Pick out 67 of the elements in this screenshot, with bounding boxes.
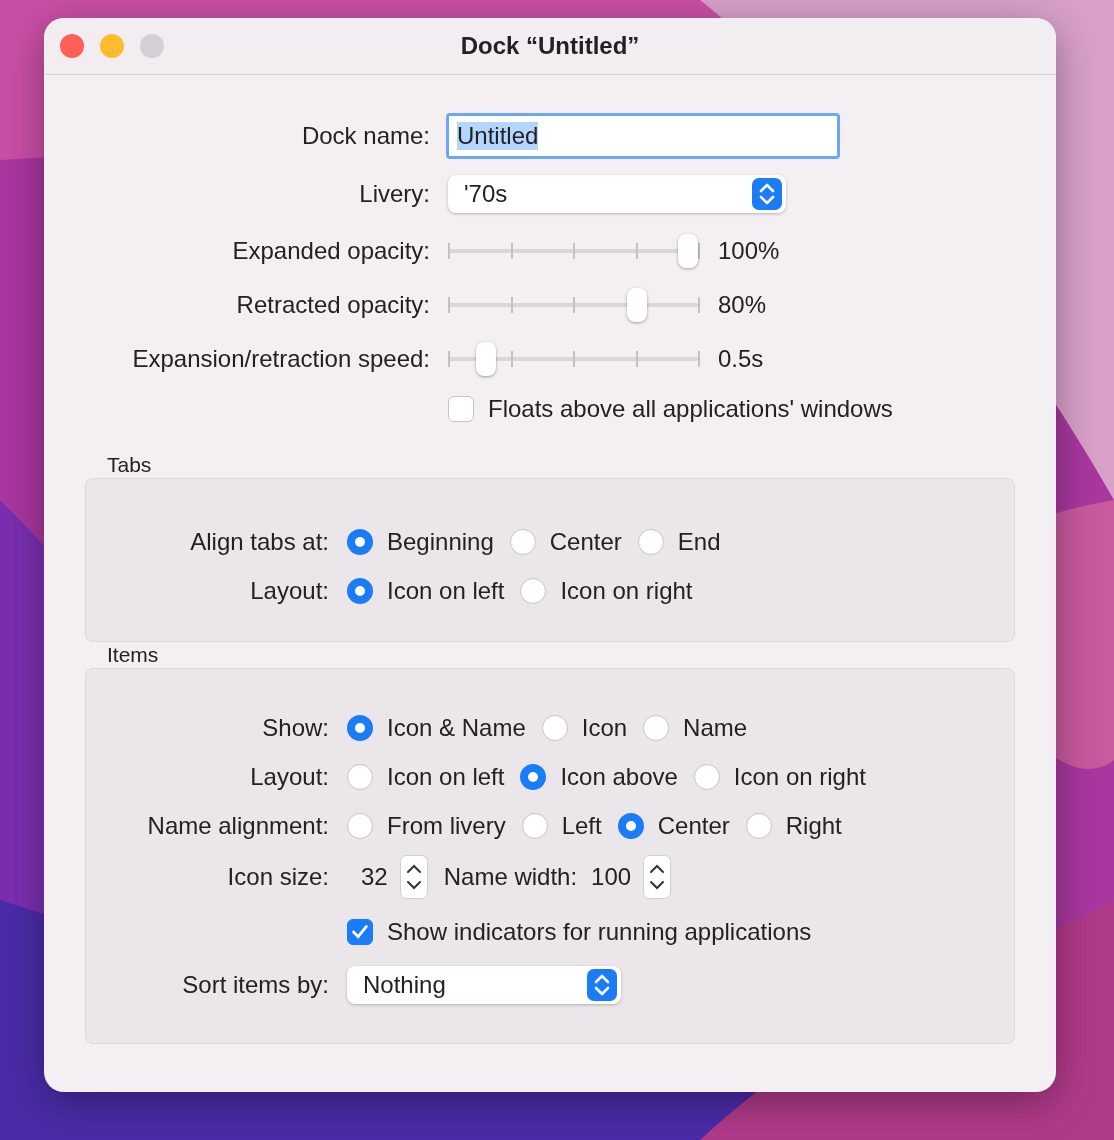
minimize-button[interactable] <box>100 34 124 58</box>
radio-label: Beginning <box>387 527 494 556</box>
option-label: Icon size: <box>226 863 329 891</box>
radio-button[interactable] <box>637 528 664 555</box>
radio-label: End <box>677 527 721 556</box>
slider-thumb[interactable] <box>627 288 648 322</box>
slider-value: 100% <box>718 237 780 265</box>
radio-button[interactable] <box>520 763 547 790</box>
option-label: Name alignment: <box>146 811 329 840</box>
slider-value: 80% <box>718 291 767 319</box>
radio-label: Right <box>785 811 842 840</box>
checkbox[interactable] <box>347 919 373 945</box>
option-label: Show: <box>261 713 329 742</box>
radio-button[interactable] <box>643 714 670 741</box>
checkbox[interactable] <box>448 396 474 422</box>
radio-label: Icon & Name <box>387 713 526 742</box>
checkbox-label: Floats above all applications' windows <box>488 395 893 423</box>
radio-button[interactable] <box>521 812 548 839</box>
radio-button[interactable] <box>520 577 547 604</box>
slider-value: 0.5s <box>718 345 764 373</box>
radio-button[interactable] <box>541 714 568 741</box>
radio-button[interactable] <box>347 763 373 790</box>
option-label: Align tabs at: <box>189 527 329 556</box>
slider-label: Expanded opacity: <box>231 237 430 265</box>
slider-thumb[interactable] <box>475 342 496 376</box>
window-title: Dock “Untitled” <box>460 32 640 60</box>
radio-label: From livery <box>387 811 506 840</box>
group-title: Tabs <box>106 452 153 478</box>
radio-button[interactable] <box>693 763 720 790</box>
option-label: Layout: <box>249 576 329 605</box>
radio-label: Icon on left <box>387 762 505 791</box>
radio-button[interactable] <box>347 528 373 555</box>
radio-button[interactable] <box>509 528 536 555</box>
radio-button[interactable] <box>617 812 644 839</box>
slider-label: Retracted opacity: <box>235 291 430 319</box>
option-label: Sort items by: <box>181 970 329 999</box>
number-value: 32 <box>361 863 388 891</box>
close-button[interactable] <box>60 34 84 58</box>
field-label: Dock name: <box>300 122 430 150</box>
radio-label: Left <box>561 811 602 840</box>
radio-button[interactable] <box>347 812 373 839</box>
option-label: Name width: <box>443 863 578 891</box>
radio-button[interactable] <box>347 577 373 604</box>
radio-label: Name <box>683 713 748 742</box>
number-value: 100 <box>591 863 632 891</box>
group-title: Items <box>106 642 160 668</box>
field-label: Livery: <box>358 180 430 208</box>
option-label: Layout: <box>249 762 329 791</box>
radio-label: Center <box>657 811 730 840</box>
sort-dropdown[interactable]: Nothing <box>347 965 621 1004</box>
radio-label: Icon on left <box>387 576 505 605</box>
radio-label: Icon <box>581 713 628 742</box>
radio-label: Icon on right <box>560 576 693 605</box>
radio-label: Icon on right <box>733 762 866 791</box>
slider-label: Expansion/retraction speed: <box>131 345 430 373</box>
radio-label: Center <box>549 527 622 556</box>
stepper[interactable] <box>643 855 672 899</box>
slider-thumb[interactable] <box>678 234 698 268</box>
radio-button[interactable] <box>347 714 373 741</box>
radio-button[interactable] <box>745 812 772 839</box>
radio-label: Icon above <box>560 762 678 791</box>
up-down-arrows-icon <box>752 178 782 210</box>
stepper[interactable] <box>399 855 428 899</box>
name-field[interactable]: Untitled <box>446 113 840 159</box>
checkbox-label: Show indicators for running applications <box>387 918 812 946</box>
livery-dropdown[interactable]: '70s <box>448 175 786 213</box>
up-down-arrows-icon <box>587 968 617 1001</box>
